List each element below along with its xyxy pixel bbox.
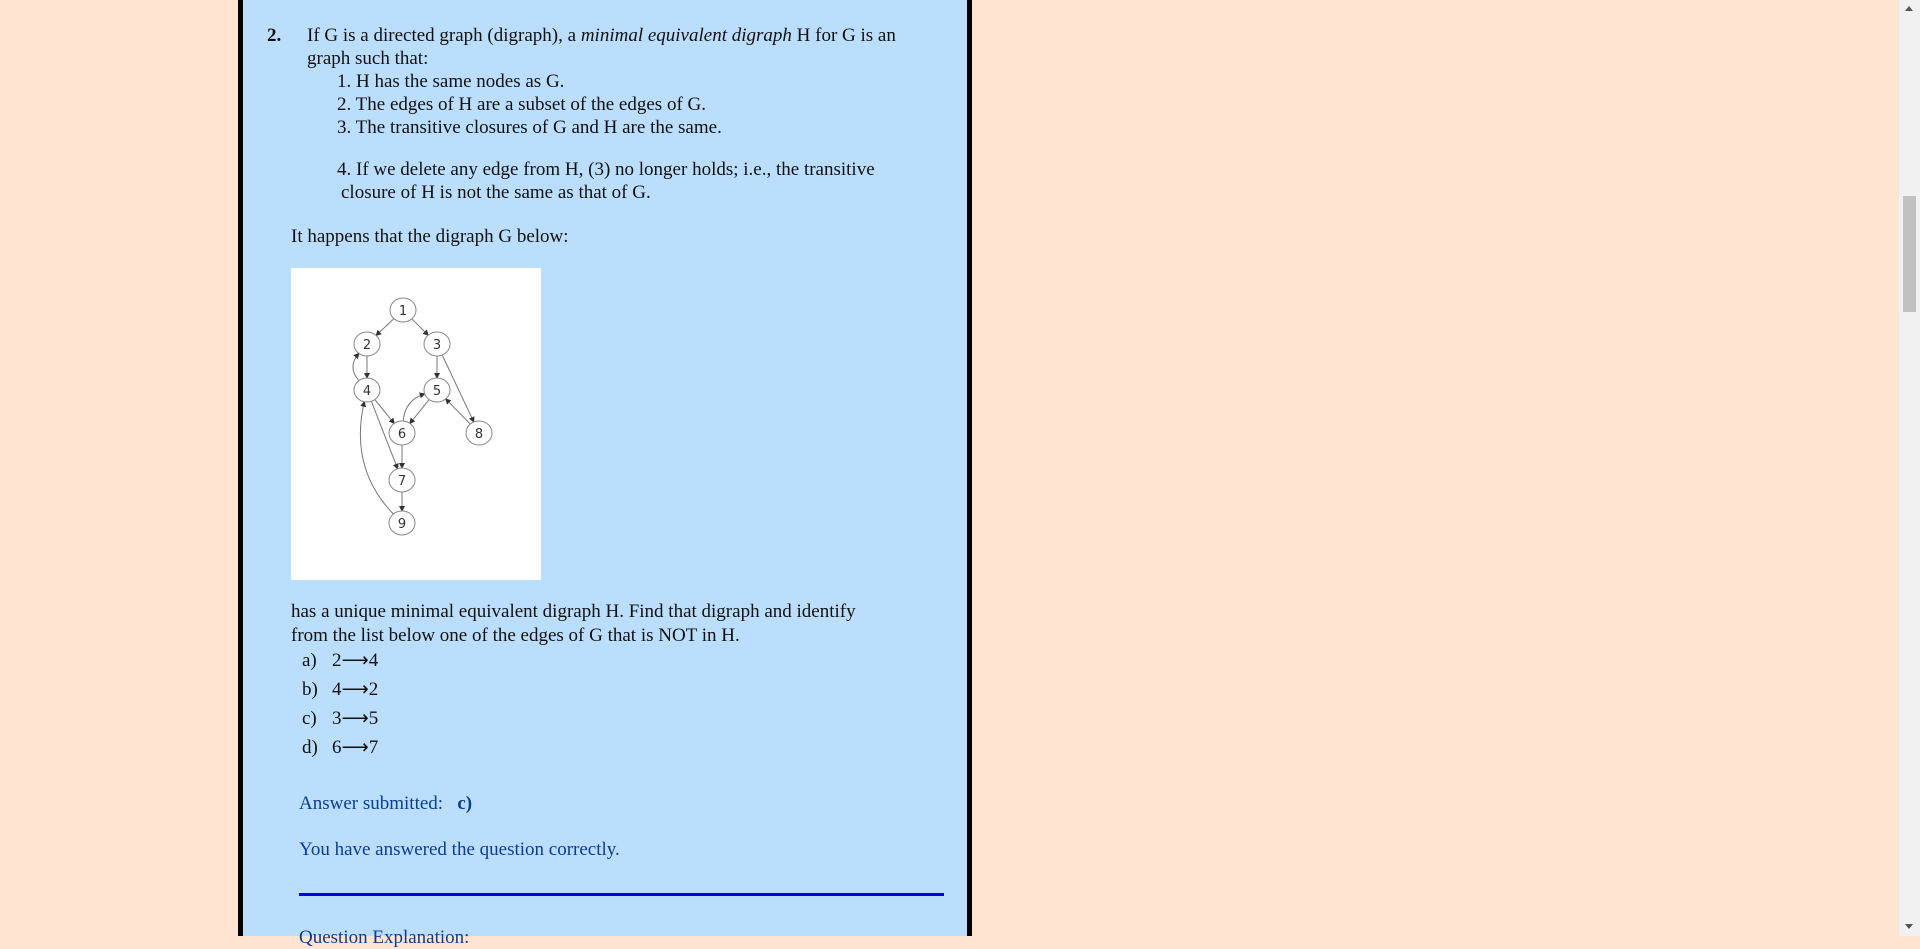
svg-text:6: 6 (398, 427, 406, 442)
node-4: 4 (353, 377, 381, 403)
condition-1: 1. H has the same nodes as G. (337, 71, 565, 92)
scrollbar-thumb[interactable] (1903, 196, 1916, 312)
scrollbar[interactable] (1899, 0, 1920, 936)
node-7: 7 (388, 467, 416, 493)
lead-in-text: It happens that the digraph G below: (291, 226, 569, 247)
svg-text:3: 3 (433, 338, 441, 353)
svg-text:1: 1 (399, 304, 407, 319)
node-6: 6 (388, 420, 416, 446)
node-5: 5 (423, 377, 451, 403)
edge-4-6 (374, 399, 395, 425)
condition-4-cont: closure of H is not the same as that of … (341, 182, 651, 203)
node-2: 2 (353, 331, 381, 357)
edge-6-5 (402, 392, 426, 422)
digraph-svg: 1 2 3 4 5 6 7 8 9 (352, 297, 493, 536)
scroll-down-icon[interactable] (1905, 924, 1913, 929)
stem-text: H for G is an (791, 25, 896, 46)
follow-text-1: has a unique minimal equivalent digraph … (291, 601, 856, 622)
stem-text: If G is a directed graph (digraph), a (307, 25, 581, 46)
question-number: 2. (267, 25, 282, 46)
edge-1-3 (411, 318, 429, 336)
edge-5-6 (409, 399, 430, 425)
follow-text-2: from the list below one of the edges of … (291, 625, 740, 646)
digraph-image: 1 2 3 4 5 6 7 8 9 (291, 268, 541, 580)
divider (299, 893, 944, 896)
answer-submitted: Answer submitted: c) (299, 793, 473, 814)
edge-1-2 (375, 318, 395, 337)
condition-3: 3. The transitive closures of G and H ar… (337, 117, 722, 138)
svg-text:7: 7 (398, 474, 406, 489)
question-stem: If G is a directed graph (digraph), a mi… (307, 24, 896, 47)
option-b[interactable]: b) 4⟶2 (302, 678, 378, 701)
svg-text:4: 4 (363, 384, 371, 399)
condition-2: 2. The edges of H are a subset of the ed… (337, 94, 706, 115)
svg-text:2: 2 (363, 338, 371, 353)
question-stem-line2: graph such that: (307, 48, 429, 69)
svg-text:9: 9 (398, 517, 406, 532)
option-c[interactable]: c) 3⟶5 (302, 707, 378, 730)
svg-text:5: 5 (433, 384, 441, 399)
node-1: 1 (389, 297, 417, 323)
node-3: 3 (423, 331, 451, 357)
explanation-heading: Question Explanation: (299, 927, 470, 948)
edge-4-2 (352, 352, 360, 381)
edge-8-5 (445, 398, 471, 425)
option-d[interactable]: d) 6⟶7 (302, 736, 378, 759)
edge-9-4 (359, 400, 394, 515)
option-a[interactable]: a) 2⟶4 (302, 649, 378, 672)
stem-term: minimal equivalent digraph (580, 25, 792, 46)
scroll-up-icon[interactable] (1905, 6, 1913, 11)
result-message: You have answered the question correctly… (299, 839, 620, 860)
node-8: 8 (465, 420, 493, 446)
svg-text:8: 8 (475, 427, 483, 442)
node-9: 9 (388, 510, 416, 536)
condition-4: 4. If we delete any edge from H, (3) no … (337, 159, 875, 180)
